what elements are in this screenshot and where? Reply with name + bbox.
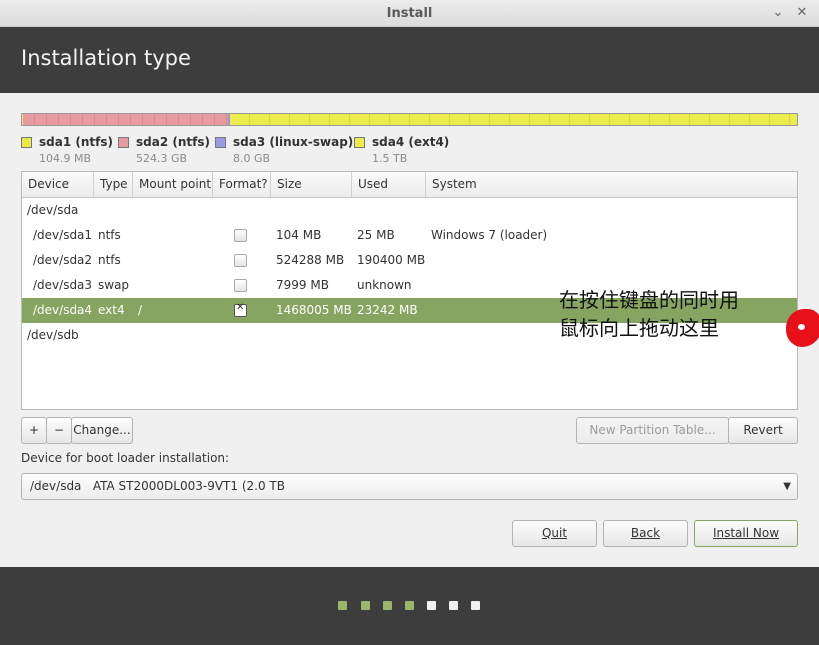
annotation-line: 在按住键盘的同时用 <box>559 288 739 312</box>
size-cell: 1468005 MB <box>276 303 352 317</box>
device-cell: /dev/sda1 <box>33 228 93 242</box>
progress-step-6 <box>449 601 458 610</box>
legend-swatch <box>215 137 226 148</box>
legend-size: 1.5 TB <box>372 152 408 165</box>
size-cell: 7999 MB <box>276 278 329 292</box>
annotation-line: 鼠标向上拖动这里 <box>559 316 719 340</box>
disk-usage-bar <box>21 113 798 126</box>
legend-swatch <box>118 137 129 148</box>
quit-label: Quit <box>541 526 568 540</box>
segment-sda2 <box>23 114 228 125</box>
title-bar: Install ⌄ ✕ <box>0 0 819 27</box>
system-cell: Windows 7 (loader) <box>431 228 548 242</box>
legend-name: sda4 (ext4) <box>372 135 450 149</box>
mount-cell: / <box>138 303 143 317</box>
bootloader-value: /dev/sda ATA ST2000DL003-9VT1 (2.0 TB <box>30 479 285 493</box>
progress-step-7 <box>471 601 480 610</box>
minimize-icon[interactable]: ⌄ <box>770 4 786 22</box>
new-partition-table-button[interactable]: New Partition Table... <box>576 417 729 444</box>
progress-step-2 <box>361 601 370 610</box>
quit-button[interactable]: Quit <box>512 520 597 547</box>
type-cell: ntfs <box>98 253 121 267</box>
device-cell: /dev/sda4 <box>33 303 93 317</box>
annotation-text: 在按住键盘的同时用 鼠标向上拖动这里 <box>559 286 799 342</box>
revert-button[interactable]: Revert <box>728 417 798 444</box>
progress-footer <box>0 567 819 645</box>
install-label: Install Now <box>712 526 780 540</box>
segment-sda4 <box>230 114 797 125</box>
dropdown-arrow-icon: ▼ <box>783 481 791 492</box>
column-format[interactable]: Format? <box>213 172 271 197</box>
type-cell: ext4 <box>98 303 125 317</box>
type-cell: ntfs <box>98 228 121 242</box>
device-cell: /dev/sda3 <box>33 278 93 292</box>
column-type[interactable]: Type <box>94 172 133 197</box>
change-partition-button[interactable]: Change... <box>71 417 133 444</box>
column-system[interactable]: System <box>426 172 797 197</box>
table-header: Device Type Mount point Format? Size Use… <box>22 172 797 198</box>
window-title: Install <box>386 6 433 21</box>
device-cell: /dev/sda <box>27 203 79 217</box>
column-used[interactable]: Used <box>352 172 426 197</box>
type-cell: swap <box>98 278 130 292</box>
install-now-button[interactable]: Install Now <box>694 520 798 547</box>
size-cell: 524288 MB <box>276 253 345 267</box>
legend-swatch <box>21 137 32 148</box>
table-row[interactable]: /dev/sda <box>22 198 797 223</box>
progress-step-1 <box>338 601 347 610</box>
legend-name: sda1 (ntfs) <box>39 135 113 149</box>
progress-step-5 <box>427 601 436 610</box>
legend-name: sda2 (ntfs) <box>136 135 210 149</box>
back-label: Back <box>630 526 661 540</box>
format-checkbox[interactable] <box>234 279 247 292</box>
bootloader-label: Device for boot loader installation: <box>21 451 230 465</box>
add-partition-button[interactable]: + <box>21 417 47 444</box>
legend-swatch <box>354 137 365 148</box>
format-checkbox[interactable] <box>234 254 247 267</box>
legend-size: 104.9 MB <box>39 152 92 165</box>
remove-partition-button[interactable]: − <box>46 417 72 444</box>
column-size[interactable]: Size <box>271 172 352 197</box>
legend-size: 8.0 GB <box>233 152 271 165</box>
column-mount-point[interactable]: Mount point <box>133 172 213 197</box>
format-checkbox[interactable] <box>234 229 247 242</box>
size-cell: 104 MB <box>276 228 322 242</box>
legend-size: 524.3 GB <box>136 152 188 165</box>
page-title: Installation type <box>21 46 191 70</box>
main-content: sda1 (ntfs) 104.9 MB sda2 (ntfs) 524.3 G… <box>0 93 819 567</box>
close-icon[interactable]: ✕ <box>794 4 810 22</box>
bootloader-select[interactable]: /dev/sda ATA ST2000DL003-9VT1 (2.0 TB ▼ <box>21 473 798 500</box>
used-cell: 25 MB <box>357 228 395 242</box>
drag-marker-icon <box>786 309 819 347</box>
used-cell: unknown <box>357 278 412 292</box>
back-button[interactable]: Back <box>603 520 688 547</box>
page-header: Installation type <box>0 27 819 93</box>
progress-step-4 <box>405 601 414 610</box>
legend-name: sda3 (linux-swap) <box>233 135 354 149</box>
table-row[interactable]: /dev/sda2 ntfs 524288 MB 190400 MB <box>22 248 797 273</box>
column-device[interactable]: Device <box>22 172 94 197</box>
used-cell: 190400 MB <box>357 253 426 267</box>
format-checkbox-checked[interactable] <box>234 302 247 317</box>
progress-step-3 <box>383 601 392 610</box>
device-cell: /dev/sdb <box>27 328 79 342</box>
device-cell: /dev/sda2 <box>33 253 93 267</box>
used-cell: 23242 MB <box>357 303 418 317</box>
table-row[interactable]: /dev/sda1 ntfs 104 MB 25 MB Windows 7 (l… <box>22 223 797 248</box>
